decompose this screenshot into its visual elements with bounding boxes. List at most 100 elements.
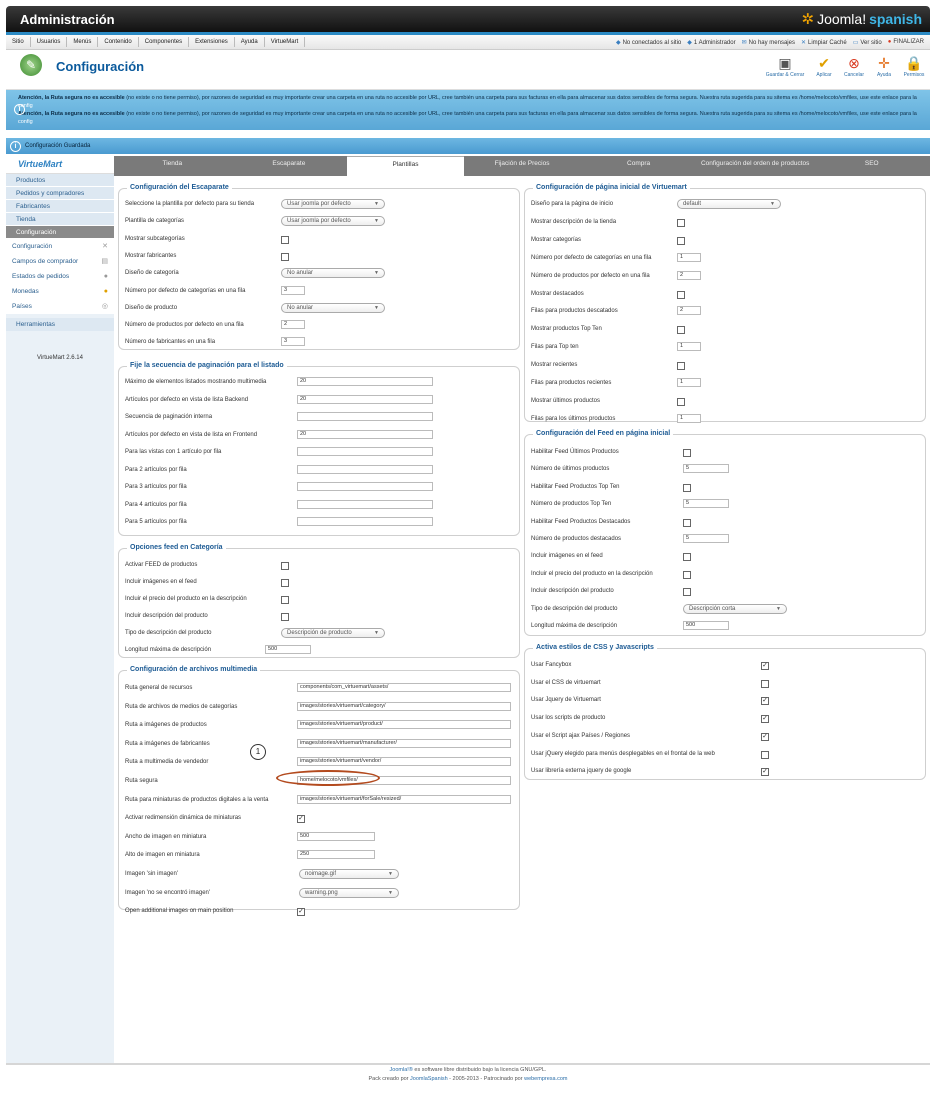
checkbox[interactable] (677, 218, 685, 227)
select-dropdown[interactable]: No anular ▼ (281, 268, 385, 279)
checkbox[interactable] (281, 613, 289, 621)
menu-virtuemart[interactable]: VirtueMart (265, 39, 305, 45)
joomla-link[interactable]: Joomla!® (390, 1067, 413, 1073)
text-input[interactable]: 500 (297, 831, 375, 841)
tab-plantillas[interactable]: Plantillas (347, 156, 464, 176)
select-dropdown[interactable]: Descripción de producto ▼ (281, 628, 385, 638)
checkbox[interactable]: ✓ (761, 662, 769, 670)
menu-ayuda[interactable]: Ayuda (235, 39, 264, 45)
checkbox[interactable]: ✓ (761, 697, 769, 706)
menu-menus[interactable]: Menús (67, 39, 97, 45)
checkbox[interactable] (677, 326, 685, 335)
checkbox[interactable]: ✓ (297, 815, 305, 824)
sidebar-subitem-campos[interactable]: Campos de comprador ▤ (6, 254, 114, 269)
sidebar-subitem-monedas[interactable]: Monedas ● (6, 284, 114, 299)
text-input[interactable]: 3 (281, 337, 305, 347)
help-button[interactable]: ✛ Ayuda (872, 54, 896, 78)
text-input[interactable] (297, 447, 433, 456)
text-input[interactable]: 5 (683, 499, 729, 509)
checkbox[interactable] (281, 235, 289, 244)
text-input[interactable]: 2 (677, 270, 701, 280)
checkbox[interactable] (683, 588, 691, 597)
text-input[interactable]: 5 (683, 534, 729, 543)
checkbox[interactable] (761, 750, 769, 759)
select-dropdown[interactable]: default ▼ (677, 199, 781, 209)
text-input[interactable]: 500 (265, 645, 311, 654)
checkbox[interactable] (677, 397, 685, 406)
checkbox[interactable] (281, 579, 289, 587)
text-input[interactable] (297, 412, 433, 421)
menu-usuarios[interactable]: Usuarios (31, 39, 67, 45)
sidebar-item-productos[interactable]: Productos (6, 174, 114, 187)
text-input[interactable]: images/stories/virtuemart/product/ (297, 720, 511, 730)
select-dropdown[interactable]: No anular ▼ (281, 302, 385, 313)
checkbox[interactable] (677, 236, 685, 245)
text-input[interactable]: images/stories/virtuemart/forSale/resize… (297, 794, 511, 804)
text-input[interactable]: 3 (281, 285, 305, 295)
webempresa-link[interactable]: webempresa.com (524, 1076, 567, 1082)
checkbox[interactable] (677, 362, 685, 371)
sidebar-item-pedidos[interactable]: Pedidos y compradores (6, 187, 114, 200)
sidebar-item-configuracion[interactable]: Configuración (6, 226, 114, 239)
apply-button[interactable]: ✔ Aplicar (812, 54, 836, 78)
text-input[interactable]: 20 (297, 429, 433, 439)
text-input[interactable]: 20 (297, 377, 433, 386)
text-input[interactable]: 1 (677, 342, 701, 352)
joomlaspanish-link[interactable]: JoomlaSpanish (410, 1076, 448, 1082)
text-input[interactable]: 2 (677, 306, 701, 316)
select-dropdown[interactable]: noimage.gif ▼ (299, 869, 399, 879)
sidebar-item-herramientas[interactable]: Herramientas (6, 318, 114, 331)
text-input[interactable]: 20 (297, 394, 433, 404)
tab-compra[interactable]: Compra (580, 156, 697, 176)
text-input[interactable]: 1 (677, 252, 701, 262)
view-site-link[interactable]: ▭ Ver sitio (853, 39, 882, 46)
tab-precios[interactable]: Fijación de Precios (464, 156, 581, 176)
text-input[interactable] (297, 464, 433, 474)
tab-seo[interactable]: SEO (813, 156, 930, 176)
select-dropdown[interactable]: warning.png ▼ (299, 887, 399, 898)
text-input[interactable]: 5 (683, 464, 729, 474)
tab-escaparate[interactable]: Escaparate (231, 156, 348, 176)
checkbox[interactable] (677, 290, 685, 299)
text-input[interactable] (297, 499, 433, 509)
sidebar-subitem-configuracion[interactable]: Configuración ✕ (6, 239, 114, 254)
text-input[interactable]: images/stories/virtuemart/vendor/ (297, 757, 511, 767)
text-input[interactable]: 1 (677, 378, 701, 387)
checkbox[interactable] (683, 553, 691, 562)
save-close-button[interactable]: ▣ Guardar & Cerrar (764, 54, 806, 78)
checkbox[interactable] (281, 252, 289, 261)
menu-sitio[interactable]: Sitio (6, 39, 30, 45)
text-input[interactable]: 250 (297, 850, 375, 860)
select-dropdown[interactable]: Usar joomla por defecto ▼ (281, 199, 385, 209)
clear-cache-link[interactable]: ✕ Limpiar Caché (801, 39, 847, 46)
tab-orden-productos[interactable]: Configuración del orden de productos (697, 156, 814, 176)
text-input[interactable] (297, 517, 433, 526)
text-input[interactable]: 1 (677, 413, 701, 423)
text-input[interactable]: images/stories/virtuemart/manufacturer/ (297, 738, 511, 748)
checkbox[interactable] (281, 596, 289, 604)
text-input[interactable]: images/stories/virtuemart/category/ (297, 701, 511, 711)
checkbox[interactable]: ✓ (761, 768, 769, 777)
permissions-button[interactable]: 🔒 Permisos (902, 54, 926, 78)
checkbox[interactable] (683, 518, 691, 527)
sidebar-subitem-paises[interactable]: Países ◎ (6, 299, 114, 314)
text-input[interactable]: 500 (683, 621, 729, 630)
checkbox[interactable] (683, 483, 691, 492)
alert-config-link[interactable]: config (18, 119, 33, 125)
menu-contenido[interactable]: Contenido (98, 39, 137, 45)
sidebar-subitem-estados[interactable]: Estados de pedidos ● (6, 269, 114, 284)
text-input[interactable] (297, 482, 433, 491)
select-dropdown[interactable]: Descripción corta ▼ (683, 603, 787, 614)
checkbox[interactable]: ✓ (761, 715, 769, 724)
logout-link[interactable]: ● FINALIZAR (888, 39, 924, 45)
sidebar-item-tienda[interactable]: Tienda (6, 213, 114, 226)
text-input[interactable]: 2 (281, 320, 305, 330)
sidebar-item-fabricantes[interactable]: Fabricantes (6, 200, 114, 213)
text-input[interactable]: components/com_virtuemart/assets/ (297, 683, 511, 692)
checkbox[interactable] (683, 570, 691, 579)
select-dropdown[interactable]: Usar joomla por defecto ▼ (281, 216, 385, 227)
cancel-button[interactable]: ⊗ Cancelar (842, 54, 866, 78)
menu-extensiones[interactable]: Extensiones (189, 39, 234, 45)
menu-componentes[interactable]: Componentes (139, 39, 188, 45)
tab-tienda[interactable]: Tienda (114, 156, 231, 176)
